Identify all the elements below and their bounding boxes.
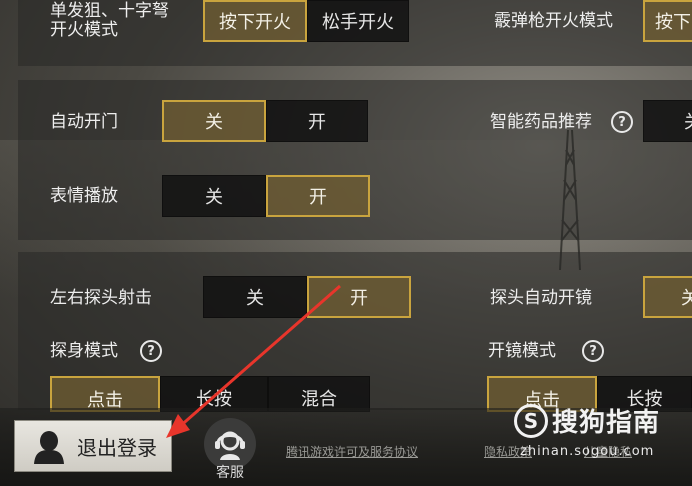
- watermark-domain: zhinan.sogou.com: [520, 444, 655, 459]
- watermark-name: 搜狗指南: [552, 408, 661, 438]
- sogou-logo-icon: S: [514, 404, 548, 438]
